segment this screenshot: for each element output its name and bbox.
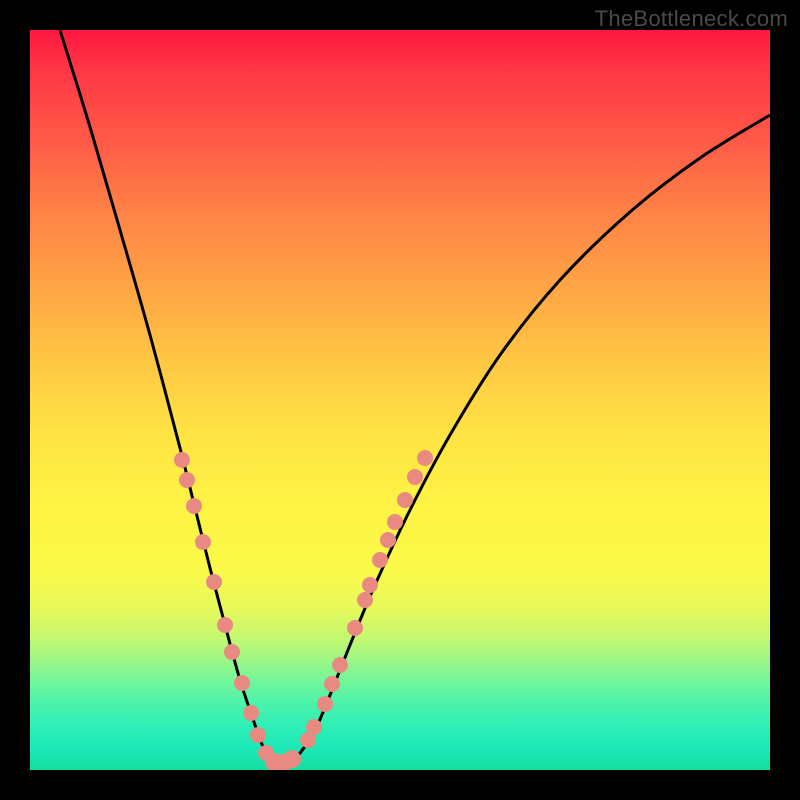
marker-dot: [283, 750, 301, 768]
marker-dot: [174, 452, 190, 468]
marker-dot: [250, 727, 266, 743]
marker-dot: [234, 675, 250, 691]
marker-dot: [357, 592, 373, 608]
chart-area: [30, 30, 770, 770]
marker-dot: [306, 719, 322, 735]
marker-dot: [362, 577, 378, 593]
marker-dot: [206, 574, 222, 590]
marker-dot: [217, 617, 233, 633]
marker-dot: [224, 644, 240, 660]
marker-dot: [417, 450, 433, 466]
markers-left: [174, 452, 274, 761]
marker-dot: [332, 657, 348, 673]
watermark-text: TheBottleneck.com: [595, 6, 788, 32]
marker-dot: [380, 532, 396, 548]
marker-dot: [324, 676, 340, 692]
chart-svg: [30, 30, 770, 770]
marker-dot: [407, 469, 423, 485]
marker-dot: [387, 514, 403, 530]
markers-right: [300, 450, 433, 748]
marker-dot: [243, 705, 259, 721]
left-curve: [60, 30, 280, 763]
marker-dot: [195, 534, 211, 550]
right-curve: [280, 115, 770, 763]
marker-dot: [347, 620, 363, 636]
marker-dot: [179, 472, 195, 488]
marker-dot: [186, 498, 202, 514]
marker-dot: [397, 492, 413, 508]
marker-dot: [372, 552, 388, 568]
marker-dot: [317, 696, 333, 712]
